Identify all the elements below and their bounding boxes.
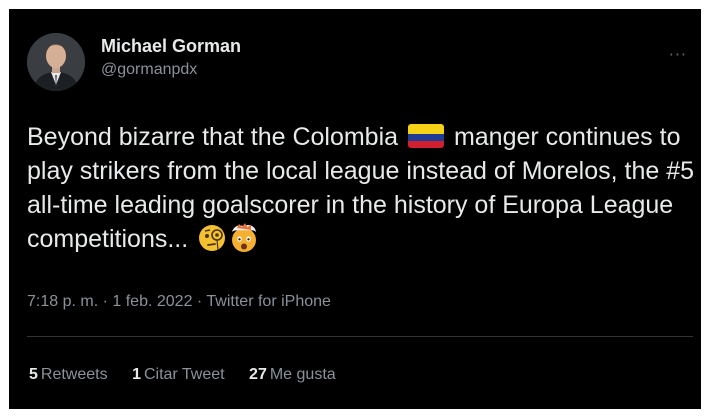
retweets-label: Retweets [40, 366, 108, 383]
more-options-icon[interactable]: ··· [669, 45, 687, 64]
tweet-stats: 5 Retweets 1 Citar Tweet 27 Me gusta [29, 366, 356, 384]
retweets-count: 5 [29, 366, 38, 383]
tweet-header: Michael Gorman @gormanpdx ··· [27, 33, 687, 97]
tweet-source[interactable]: Twitter for iPhone [206, 293, 331, 310]
display-name[interactable]: Michael Gorman [101, 35, 241, 57]
divider [27, 336, 693, 337]
colombia-flag-icon [408, 124, 444, 148]
retweets-stat[interactable]: 5 Retweets [29, 366, 108, 383]
likes-count: 27 [249, 366, 267, 383]
quotes-count: 1 [132, 366, 141, 383]
quote-tweets-stat[interactable]: 1 Citar Tweet [132, 366, 225, 383]
tweet-time[interactable]: 7:18 p. m. [27, 293, 98, 310]
tweet-metadata: 7:18 p. m. · 1 feb. 2022 · Twitter for i… [27, 293, 331, 311]
tweet-card: Michael Gorman @gormanpdx ··· Beyond biz… [9, 9, 701, 409]
tweet-text-part1: Beyond bizarre that the Colombia [27, 123, 405, 151]
tweet-date[interactable]: 1 feb. 2022 [112, 293, 192, 310]
avatar-image [27, 33, 85, 91]
likes-label: Me gusta [269, 366, 336, 383]
user-handle[interactable]: @gormanpdx [101, 59, 241, 81]
likes-stat[interactable]: 27 Me gusta [249, 366, 336, 383]
face-with-monocle-icon [199, 225, 226, 251]
avatar[interactable] [27, 33, 85, 91]
user-info: Michael Gorman @gormanpdx [101, 35, 241, 81]
meta-separator: · [196, 293, 203, 310]
quotes-label: Citar Tweet [143, 366, 225, 383]
tweet-text: Beyond bizarre that the Colombia manger … [27, 120, 695, 256]
meta-separator: · [102, 293, 108, 310]
exploding-head-icon [232, 223, 257, 252]
